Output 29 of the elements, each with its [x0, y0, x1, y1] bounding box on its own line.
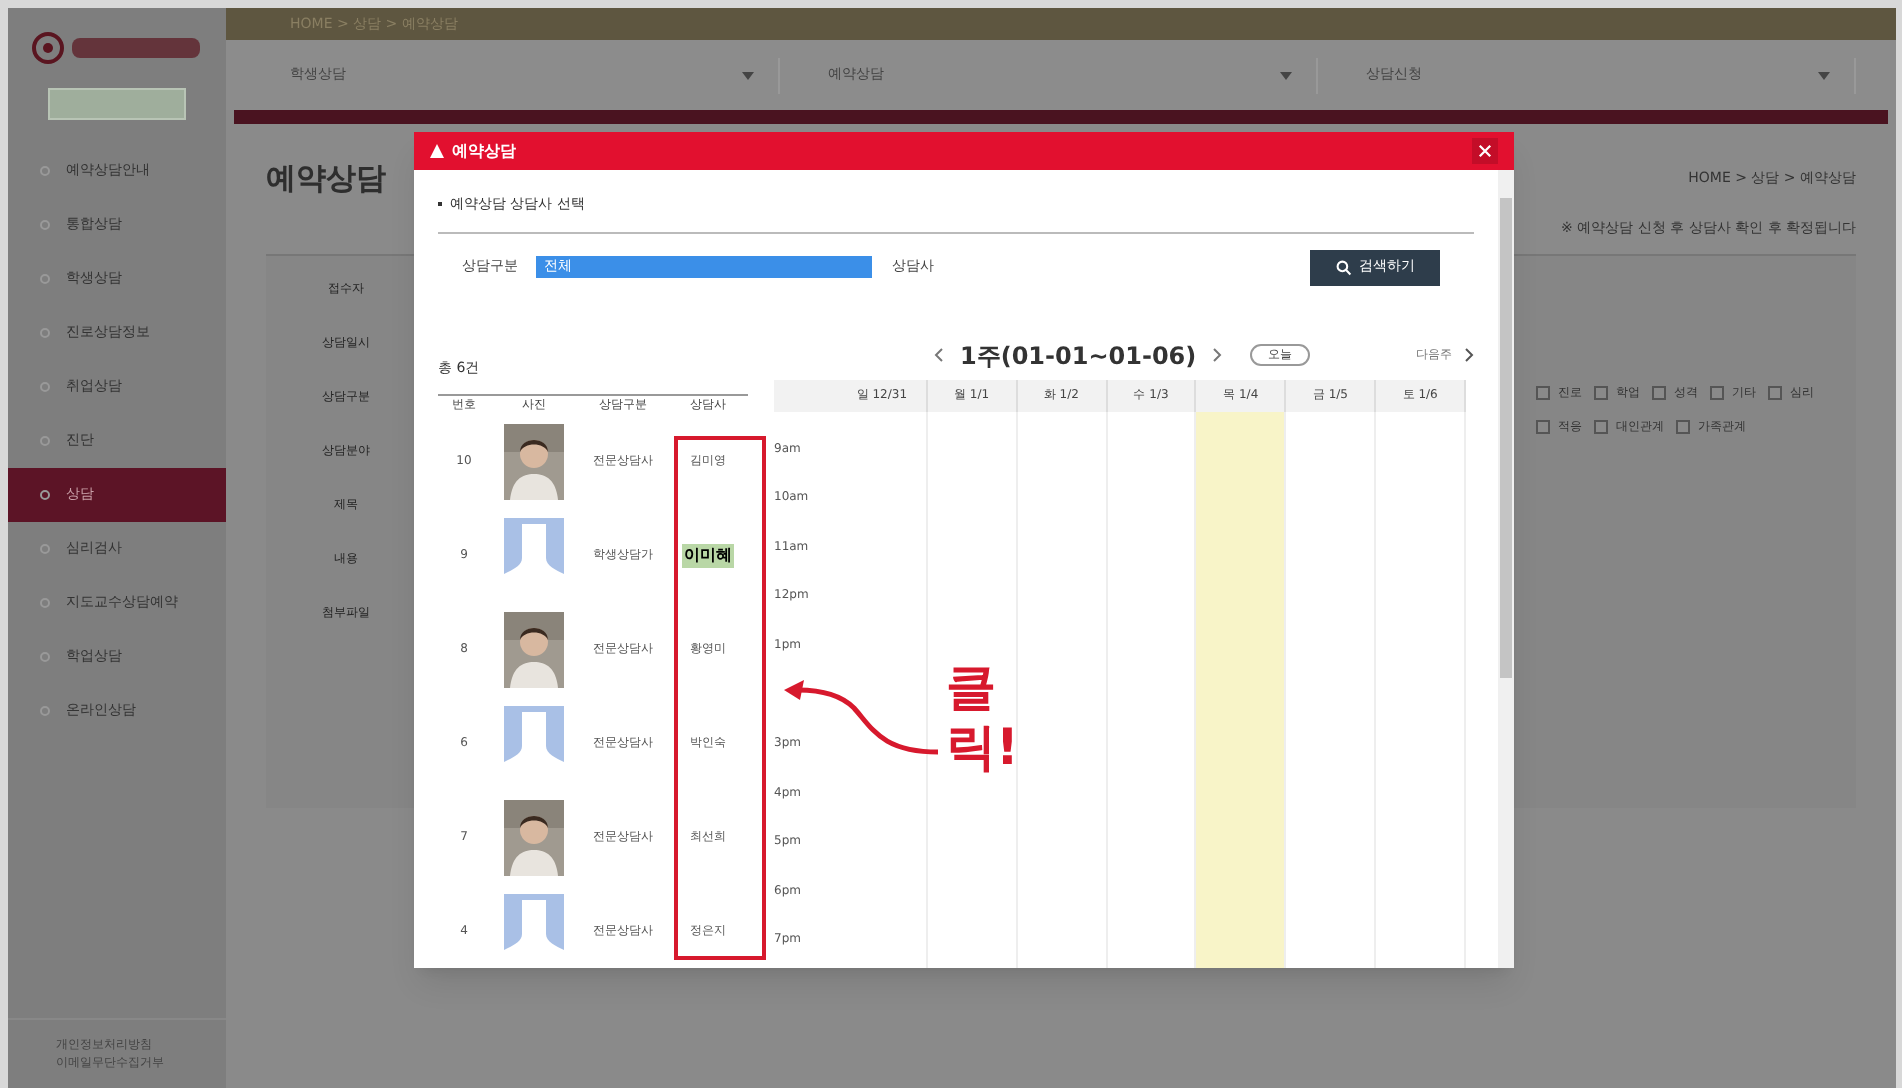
next-week-icon[interactable]	[1212, 348, 1223, 362]
checkbox[interactable]	[1676, 420, 1690, 434]
logo-icon	[32, 32, 64, 64]
week-range: 1주(01-01~01-06)	[960, 339, 1197, 373]
caret-icon	[742, 71, 754, 79]
search-icon	[1335, 259, 1351, 275]
next-icon[interactable]	[1464, 348, 1474, 362]
previous-week-icon[interactable]	[934, 348, 944, 362]
checkbox[interactable]	[1594, 420, 1608, 434]
checkbox[interactable]	[1710, 386, 1724, 400]
caret-icon	[1818, 71, 1830, 79]
search-field[interactable]	[48, 88, 186, 120]
scrollbar[interactable]	[1498, 170, 1514, 968]
page-title: 예약상담	[266, 158, 386, 200]
logo-mark	[72, 38, 200, 58]
caret-icon	[1280, 71, 1292, 79]
avatar-placeholder-icon	[504, 705, 564, 781]
checkbox[interactable]	[1768, 386, 1782, 400]
callout-text: 클릭!	[946, 658, 1016, 778]
checkbox[interactable]	[1594, 386, 1608, 400]
checkbox[interactable]	[1536, 420, 1550, 434]
avatar-placeholder-icon	[504, 517, 564, 593]
checkbox[interactable]	[1652, 386, 1666, 400]
modal-title: 예약상담	[452, 139, 516, 163]
checkbox[interactable]	[1536, 386, 1550, 400]
close-icon	[1478, 144, 1492, 158]
close-button[interactable]	[1472, 138, 1498, 164]
counselor-name[interactable]: 이미혜	[682, 543, 734, 567]
warning-icon	[430, 144, 444, 158]
